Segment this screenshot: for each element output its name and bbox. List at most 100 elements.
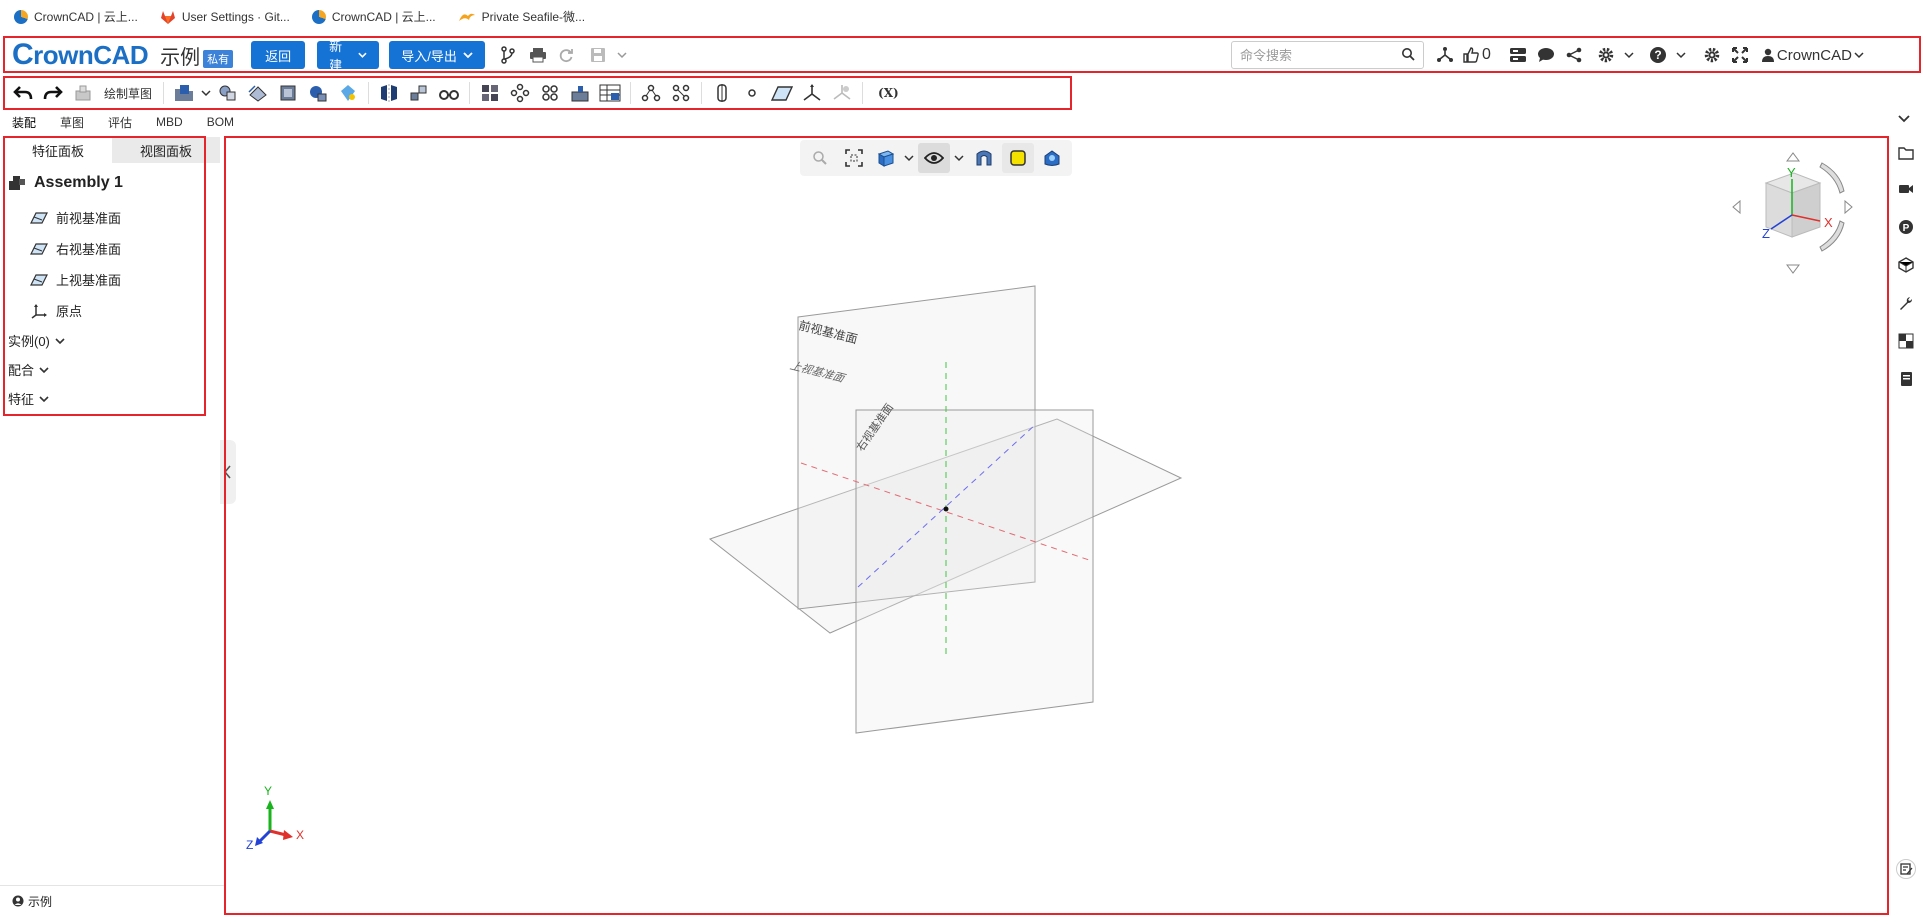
mirror-component-icon[interactable] (374, 80, 404, 106)
view-cube-arrow-left[interactable] (1732, 199, 1741, 215)
smart-fastener-icon[interactable] (535, 80, 565, 106)
move-component-icon[interactable] (243, 80, 273, 106)
settings-gear-icon[interactable] (1595, 44, 1617, 66)
zoom-fit-icon[interactable] (838, 143, 870, 173)
refresh-icon[interactable] (555, 44, 577, 66)
print-icon[interactable] (527, 44, 549, 66)
component-pattern-icon[interactable] (505, 80, 535, 106)
tab-sketch[interactable]: 草图 (48, 114, 96, 131)
bom-table-icon[interactable] (595, 80, 625, 106)
svg-text:?: ? (1654, 48, 1661, 62)
view-cube[interactable]: Y X Z (1732, 152, 1853, 274)
command-search[interactable] (1231, 41, 1424, 69)
chevron-down-icon[interactable] (952, 143, 966, 173)
bookmark-crowncad-2[interactable]: CrownCAD | 云上... (311, 8, 436, 25)
visibility-eye-icon[interactable] (918, 143, 950, 173)
zoom-area-icon[interactable] (804, 143, 836, 173)
connection-icon[interactable] (636, 80, 666, 106)
bookmark-seafile[interactable]: Private Seafile-微... (458, 8, 585, 25)
tree-root[interactable]: Assembly 1 (8, 172, 208, 194)
scene-canvas[interactable]: 前视基准面 上视基准面 右视基准面 Y X Z Y X Z (226, 137, 1886, 913)
right-plane[interactable] (855, 409, 1094, 734)
book-icon[interactable] (1898, 371, 1914, 387)
model-icon[interactable] (1898, 257, 1914, 273)
coordinate-system-icon[interactable] (797, 80, 827, 106)
tab-assembly[interactable]: 装配 (0, 114, 48, 131)
comment-icon[interactable] (1535, 44, 1557, 66)
explode-icon[interactable] (303, 80, 333, 106)
folder-icon[interactable] (1898, 145, 1914, 161)
tab-label: 视图面板 (139, 143, 192, 159)
insert-component-icon[interactable] (169, 80, 199, 106)
like-icon[interactable]: 0 (1462, 44, 1491, 66)
import-export-button[interactable]: 导入/导出 (389, 41, 486, 69)
tree-item-front-plane[interactable]: 前视基准面 (8, 202, 208, 233)
tab-bom[interactable]: BOM (195, 115, 246, 129)
grid-view-icon[interactable] (475, 80, 505, 106)
tree-group-instances[interactable]: 实例(0) (8, 326, 208, 355)
collaboration-icon[interactable] (1434, 44, 1456, 66)
reference-axis-icon[interactable] (707, 80, 737, 106)
tree-group-mates[interactable]: 配合 (8, 355, 208, 384)
rotate-cw-arrow[interactable] (1819, 162, 1845, 194)
preferences-gear-icon[interactable] (1701, 44, 1723, 66)
feedback-icon[interactable] (1896, 859, 1916, 879)
variables-button[interactable]: (X) (868, 86, 909, 100)
branch-icon[interactable] (497, 44, 519, 66)
view-cube-arrow-up[interactable] (1786, 152, 1800, 162)
share-icon[interactable] (1563, 44, 1585, 66)
video-icon[interactable] (1898, 181, 1914, 197)
chevron-down-icon[interactable] (611, 44, 633, 66)
chevron-down-icon[interactable] (902, 143, 916, 173)
mate-icon[interactable] (213, 80, 243, 106)
collapse-toolbar-icon[interactable] (1897, 112, 1911, 127)
user-menu[interactable]: CrownCAD (1761, 44, 1864, 66)
tab-feature-panel[interactable]: 特征面板 (4, 137, 112, 163)
command-search-input[interactable] (1240, 47, 1400, 63)
rotate-component-icon[interactable] (273, 80, 303, 106)
render-display-icon[interactable] (1036, 143, 1068, 173)
tree-item-right-plane[interactable]: 右视基准面 (8, 233, 208, 264)
reference-point-icon[interactable] (737, 80, 767, 106)
bookmark-gitlab[interactable]: User Settings · Git... (160, 10, 290, 24)
origin-point[interactable] (943, 506, 949, 512)
fullscreen-icon[interactable] (1729, 44, 1751, 66)
3d-viewport[interactable]: 前视基准面 上视基准面 右视基准面 Y X Z Y X Z (226, 137, 1886, 913)
tree-item-top-plane[interactable]: 上视基准面 (8, 264, 208, 295)
insert-part-icon[interactable] (68, 80, 98, 106)
help-icon[interactable]: ? (1647, 44, 1669, 66)
save-icon[interactable] (587, 44, 609, 66)
chevron-down-icon[interactable] (199, 80, 213, 106)
linear-pattern-icon[interactable] (404, 80, 434, 106)
view-cube-arrow-down[interactable] (1786, 264, 1800, 274)
view-orientation-icon[interactable] (872, 143, 900, 173)
tree-item-origin[interactable]: 原点 (8, 295, 208, 326)
material-icon[interactable] (1898, 333, 1914, 349)
crowncad-logo[interactable]: CrownCAD (12, 38, 149, 72)
new-button[interactable]: 新建 (317, 39, 380, 73)
tab-evaluate[interactable]: 评估 (96, 114, 144, 131)
chevron-down-icon[interactable] (1623, 44, 1635, 66)
tab-mbd[interactable]: MBD (144, 115, 195, 129)
parameter-icon[interactable]: P (1898, 219, 1914, 235)
interference-icon[interactable] (666, 80, 696, 106)
origin-settings-icon[interactable] (827, 80, 857, 106)
wrench-icon[interactable] (1898, 295, 1914, 311)
sub-assembly-icon[interactable] (565, 80, 595, 106)
sketch-button[interactable]: 绘制草图 (98, 85, 158, 102)
reference-plane-icon[interactable] (767, 80, 797, 106)
tree-group-features[interactable]: 特征 (8, 384, 208, 413)
chevron-down-icon[interactable] (1675, 44, 1687, 66)
search-icon[interactable] (1401, 47, 1415, 61)
shaded-display-icon[interactable] (1002, 143, 1034, 173)
section-view-icon[interactable] (968, 143, 1000, 173)
back-button[interactable]: 返回 (251, 41, 306, 69)
view-cube-arrow-right[interactable] (1844, 199, 1853, 215)
redo-icon[interactable] (38, 80, 68, 106)
circular-pattern-icon[interactable] (434, 80, 464, 106)
properties-icon[interactable] (1507, 44, 1529, 66)
bookmark-crowncad-1[interactable]: CrownCAD | 云上... (14, 8, 138, 25)
undo-icon[interactable] (8, 80, 38, 106)
tab-view-panel[interactable]: 视图面板 (112, 137, 220, 163)
appearance-icon[interactable] (333, 80, 363, 106)
